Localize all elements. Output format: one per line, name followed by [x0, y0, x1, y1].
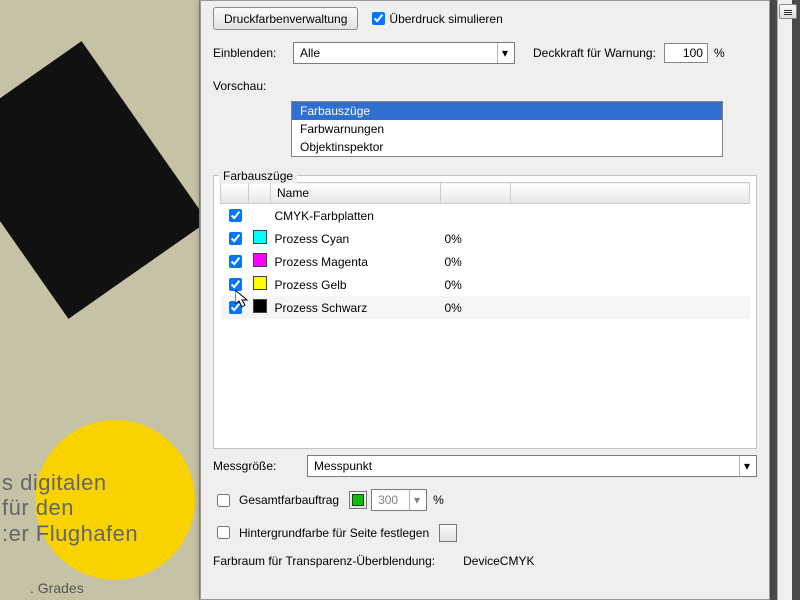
table-row[interactable]: CMYK-Farbplatten: [221, 204, 750, 228]
separation-checkbox[interactable]: [229, 278, 242, 291]
separations-col-check[interactable]: [221, 183, 249, 204]
separations-title: Farbauszüge: [219, 169, 297, 183]
separation-name: CMYK-Farbplatten: [271, 204, 441, 228]
doc-shape-plane: [0, 41, 200, 319]
separation-swatch: [253, 230, 267, 244]
table-row[interactable]: Prozess Schwarz0%: [221, 296, 750, 319]
separation-name: Prozess Schwarz: [271, 296, 441, 319]
separation-name: Prozess Magenta: [271, 250, 441, 273]
opacity-unit: %: [714, 46, 725, 60]
show-label: Einblenden:: [213, 46, 285, 60]
separation-checkbox[interactable]: [229, 232, 242, 245]
opacity-label: Deckkraft für Warnung:: [533, 46, 656, 60]
separation-pct: 0%: [441, 227, 511, 250]
simulate-overprint-label: Überdruck simulieren: [389, 12, 502, 26]
separation-pct: 0%: [441, 273, 511, 296]
table-row[interactable]: Prozess Magenta0%: [221, 250, 750, 273]
separations-table: Name CMYK-FarbplattenProzess Cyan0%Proze…: [220, 182, 750, 319]
preview-item-farbauszüge[interactable]: Farbauszüge: [292, 102, 722, 120]
chevron-down-icon: ▾: [497, 43, 512, 63]
preview-listbox[interactable]: FarbauszügeFarbwarnungenObjektinspektor: [291, 101, 723, 157]
doc-grades: . Grades: [30, 580, 84, 596]
preview-label: Vorschau:: [213, 76, 285, 93]
preview-item-farbwarnungen[interactable]: Farbwarnungen: [292, 120, 722, 138]
document-canvas: s s digitalen für den :er Flughafen . Gr…: [0, 0, 200, 600]
show-combobox[interactable]: Alle ▾: [293, 42, 515, 64]
separation-swatch: [253, 276, 267, 290]
separation-checkbox[interactable]: [229, 255, 242, 268]
panel-menu-icon[interactable]: [779, 4, 797, 19]
right-panel-rail: [777, 0, 792, 600]
measure-label: Messgröße:: [213, 459, 299, 473]
opacity-input[interactable]: [664, 43, 708, 63]
table-row[interactable]: Prozess Gelb0%: [221, 273, 750, 296]
tac-color-swatch[interactable]: [349, 491, 367, 509]
show-combobox-value: Alle: [300, 46, 320, 60]
doc-subtext: s digitalen für den :er Flughafen: [2, 470, 138, 546]
separation-pct: [441, 204, 511, 228]
separation-pct: 0%: [441, 250, 511, 273]
measure-combobox-value: Messpunkt: [314, 459, 372, 473]
separations-col-spacer: [511, 183, 750, 204]
chevron-down-icon: ▾: [739, 456, 754, 476]
page-bg-checkbox[interactable]: [217, 526, 230, 539]
separation-name: Prozess Cyan: [271, 227, 441, 250]
page-bg-swatch[interactable]: [439, 524, 457, 542]
page-bg-label: Hintergrundfarbe für Seite festlegen: [239, 526, 429, 540]
output-preview-panel: Druckfarbenverwaltung Überdruck simulier…: [200, 0, 770, 600]
separation-name: Prozess Gelb: [271, 273, 441, 296]
total-area-coverage-checkbox[interactable]: [217, 494, 230, 507]
separation-checkbox[interactable]: [229, 209, 242, 222]
separations-col-swatch[interactable]: [249, 183, 271, 204]
blend-space-value: DeviceCMYK: [463, 554, 534, 568]
separation-swatch: [253, 299, 267, 313]
chevron-down-icon: ▾: [409, 490, 424, 510]
table-row[interactable]: Prozess Cyan0%: [221, 227, 750, 250]
blend-space-label: Farbraum für Transparenz-Überblendung:: [213, 554, 435, 568]
tac-unit: %: [433, 493, 444, 507]
tac-value-combobox[interactable]: 300 ▾: [371, 489, 427, 511]
separation-checkbox[interactable]: [229, 301, 242, 314]
ink-management-button[interactable]: Druckfarbenverwaltung: [213, 7, 358, 30]
tac-value: 300: [378, 493, 398, 507]
separation-swatch: [253, 253, 267, 267]
simulate-overprint-checkbox[interactable]: [372, 12, 385, 25]
preview-item-objektinspektor[interactable]: Objektinspektor: [292, 138, 722, 156]
separations-col-pct[interactable]: [441, 183, 511, 204]
separation-pct: 0%: [441, 296, 511, 319]
measure-combobox[interactable]: Messpunkt ▾: [307, 455, 757, 477]
total-area-coverage-label: Gesamtfarbauftrag: [239, 493, 339, 507]
separations-col-name[interactable]: Name: [271, 183, 441, 204]
